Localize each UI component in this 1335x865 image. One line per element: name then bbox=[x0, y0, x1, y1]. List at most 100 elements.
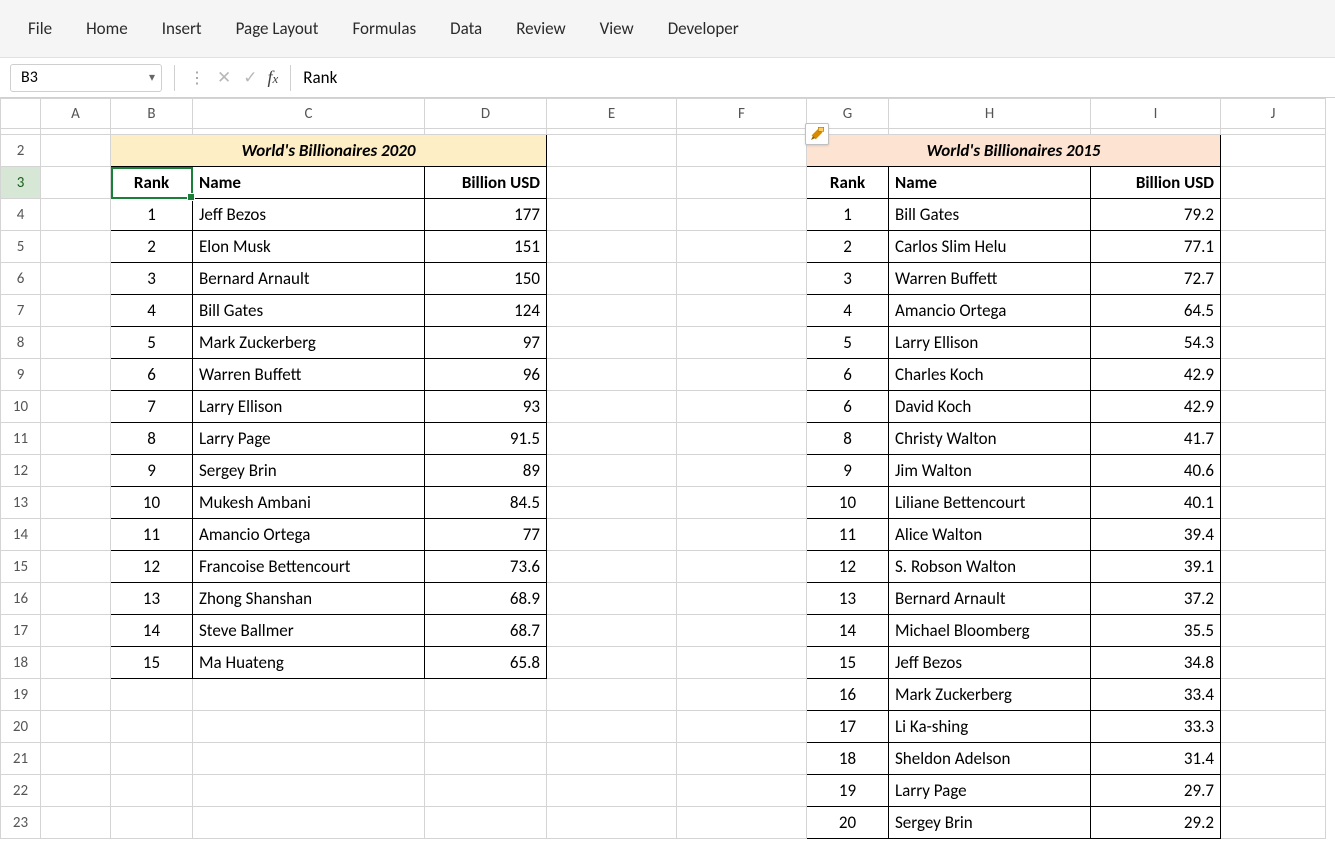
ribbon-tab-view[interactable]: View bbox=[600, 18, 634, 39]
cell-H14[interactable]: Alice Walton bbox=[889, 519, 1091, 551]
cell-I5[interactable]: 77.1 bbox=[1091, 231, 1221, 263]
cell-H15[interactable]: S. Robson Walton bbox=[889, 551, 1091, 583]
cell-D17[interactable]: 68.7 bbox=[425, 615, 547, 647]
cell-H16[interactable]: Bernard Arnault bbox=[889, 583, 1091, 615]
cell-D5[interactable]: 151 bbox=[425, 231, 547, 263]
cell-J18[interactable] bbox=[1221, 647, 1326, 679]
cell-E5[interactable] bbox=[547, 231, 677, 263]
cell-D18[interactable]: 65.8 bbox=[425, 647, 547, 679]
cell-J15[interactable] bbox=[1221, 551, 1326, 583]
cell-J11[interactable] bbox=[1221, 423, 1326, 455]
row-header-19[interactable]: 19 bbox=[1, 679, 41, 711]
cell-I17[interactable]: 35.5 bbox=[1091, 615, 1221, 647]
cell-I20[interactable]: 33.3 bbox=[1091, 711, 1221, 743]
cell-I4[interactable]: 79.2 bbox=[1091, 199, 1221, 231]
cell-I3[interactable]: Billion USD bbox=[1091, 167, 1221, 199]
select-all-corner[interactable] bbox=[1, 99, 41, 129]
cell-J4[interactable] bbox=[1221, 199, 1326, 231]
cell-H19[interactable]: Mark Zuckerberg bbox=[889, 679, 1091, 711]
cell-F14[interactable] bbox=[677, 519, 807, 551]
ribbon-tab-review[interactable]: Review bbox=[516, 18, 565, 39]
cell-F6[interactable] bbox=[677, 263, 807, 295]
cell-D13[interactable]: 84.5 bbox=[425, 487, 547, 519]
cell-H20[interactable]: Li Ka-shing bbox=[889, 711, 1091, 743]
cell-J14[interactable] bbox=[1221, 519, 1326, 551]
cell-B16[interactable]: 13 bbox=[111, 583, 193, 615]
cell-I16[interactable]: 37.2 bbox=[1091, 583, 1221, 615]
row-header-6[interactable]: 6 bbox=[1, 263, 41, 295]
name-box[interactable]: ▾ bbox=[10, 64, 162, 92]
cell-F4[interactable] bbox=[677, 199, 807, 231]
cell-B11[interactable]: 8 bbox=[111, 423, 193, 455]
cell-B10[interactable]: 7 bbox=[111, 391, 193, 423]
ribbon-tab-home[interactable]: Home bbox=[86, 18, 128, 39]
row-header-13[interactable]: 13 bbox=[1, 487, 41, 519]
row-header-16[interactable]: 16 bbox=[1, 583, 41, 615]
cell-C17[interactable]: Steve Ballmer bbox=[193, 615, 425, 647]
cell-E11[interactable] bbox=[547, 423, 677, 455]
cell-H4[interactable]: Bill Gates bbox=[889, 199, 1091, 231]
cell-D21[interactable] bbox=[425, 743, 547, 775]
col-header-c[interactable]: C bbox=[193, 99, 425, 129]
cell-C16[interactable]: Zhong Shanshan bbox=[193, 583, 425, 615]
row-header-22[interactable]: 22 bbox=[1, 775, 41, 807]
cell-I14[interactable]: 39.4 bbox=[1091, 519, 1221, 551]
cell-D14[interactable]: 77 bbox=[425, 519, 547, 551]
cell-J6[interactable] bbox=[1221, 263, 1326, 295]
row-header-14[interactable]: 14 bbox=[1, 519, 41, 551]
cell-J5[interactable] bbox=[1221, 231, 1326, 263]
cell-I12[interactable]: 40.6 bbox=[1091, 455, 1221, 487]
cell-F2[interactable] bbox=[677, 135, 807, 167]
cell-B18[interactable]: 15 bbox=[111, 647, 193, 679]
cell-G7[interactable]: 4 bbox=[807, 295, 889, 327]
cell-D7[interactable]: 124 bbox=[425, 295, 547, 327]
col-header-i[interactable]: I bbox=[1091, 99, 1221, 129]
col-header-h[interactable]: H bbox=[889, 99, 1091, 129]
cell-F10[interactable] bbox=[677, 391, 807, 423]
cell-A8[interactable] bbox=[41, 327, 111, 359]
cell-F12[interactable] bbox=[677, 455, 807, 487]
cell-J8[interactable] bbox=[1221, 327, 1326, 359]
cell-H18[interactable]: Jeff Bezos bbox=[889, 647, 1091, 679]
cell-I11[interactable]: 41.7 bbox=[1091, 423, 1221, 455]
row-header-20[interactable]: 20 bbox=[1, 711, 41, 743]
cell-D15[interactable]: 73.6 bbox=[425, 551, 547, 583]
cell-J22[interactable] bbox=[1221, 775, 1326, 807]
cell-D20[interactable] bbox=[425, 711, 547, 743]
cell-F7[interactable] bbox=[677, 295, 807, 327]
cell-J13[interactable] bbox=[1221, 487, 1326, 519]
cell-D3[interactable]: Billion USD bbox=[425, 167, 547, 199]
row-header-7[interactable]: 7 bbox=[1, 295, 41, 327]
cell-C23[interactable] bbox=[193, 807, 425, 839]
chevron-down-icon[interactable]: ▾ bbox=[149, 70, 155, 85]
cell-H5[interactable]: Carlos Slim Helu bbox=[889, 231, 1091, 263]
cell-D6[interactable]: 150 bbox=[425, 263, 547, 295]
cell-E8[interactable] bbox=[547, 327, 677, 359]
cell-F18[interactable] bbox=[677, 647, 807, 679]
cell-G23[interactable]: 20 bbox=[807, 807, 889, 839]
row-header-3[interactable]: 3 bbox=[1, 167, 41, 199]
cell-E14[interactable] bbox=[547, 519, 677, 551]
cell-E10[interactable] bbox=[547, 391, 677, 423]
cell-A4[interactable] bbox=[41, 199, 111, 231]
ribbon-tab-data[interactable]: Data bbox=[450, 18, 482, 39]
cell-B7[interactable]: 4 bbox=[111, 295, 193, 327]
cell-C18[interactable]: Ma Huateng bbox=[193, 647, 425, 679]
cell-D12[interactable]: 89 bbox=[425, 455, 547, 487]
cell-B9[interactable]: 6 bbox=[111, 359, 193, 391]
row-header-9[interactable]: 9 bbox=[1, 359, 41, 391]
cell-J2[interactable] bbox=[1221, 135, 1326, 167]
cell-E15[interactable] bbox=[547, 551, 677, 583]
cell-H9[interactable]: Charles Koch bbox=[889, 359, 1091, 391]
cell-A19[interactable] bbox=[41, 679, 111, 711]
cell-G16[interactable]: 13 bbox=[807, 583, 889, 615]
cell-D22[interactable] bbox=[425, 775, 547, 807]
cell-A15[interactable] bbox=[41, 551, 111, 583]
cell-H21[interactable]: Sheldon Adelson bbox=[889, 743, 1091, 775]
cell-D8[interactable]: 97 bbox=[425, 327, 547, 359]
cell-E9[interactable] bbox=[547, 359, 677, 391]
cell-C20[interactable] bbox=[193, 711, 425, 743]
cell-G14[interactable]: 11 bbox=[807, 519, 889, 551]
cell-E2[interactable] bbox=[547, 135, 677, 167]
cell-I18[interactable]: 34.8 bbox=[1091, 647, 1221, 679]
